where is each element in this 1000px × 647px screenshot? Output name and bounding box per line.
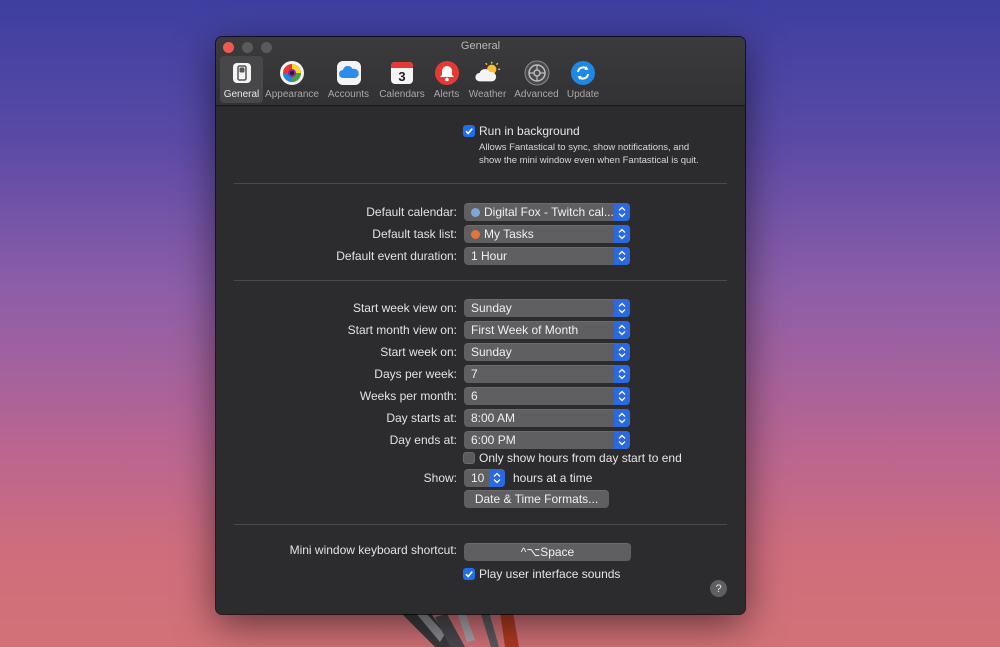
- day-starts-popup[interactable]: 8:00 AM: [464, 409, 630, 427]
- default-task-list-popup[interactable]: My Tasks: [464, 225, 630, 243]
- only-show-hours-label: Only show hours from day start to end: [479, 451, 682, 465]
- date-time-formats-button[interactable]: Date & Time Formats...: [464, 490, 609, 508]
- chevron-updown-icon: [614, 431, 630, 449]
- week-view-popup[interactable]: Sunday: [464, 299, 630, 317]
- calendar-badge: 3: [398, 69, 405, 84]
- divider: [234, 524, 727, 525]
- general-switch-icon: [228, 59, 256, 87]
- default-task-list-label: Default task list:: [372, 227, 457, 241]
- run-background-label: Run in background: [479, 124, 580, 138]
- week-view-label: Start week view on:: [352, 301, 457, 315]
- refresh-icon: [569, 59, 597, 87]
- default-duration-label: Default event duration:: [336, 249, 457, 263]
- weeks-per-month-label: Weeks per month:: [359, 389, 457, 403]
- general-pane: Run in background Allows Fantastical to …: [216, 106, 745, 614]
- shortcut-label: Mini window keyboard shortcut:: [289, 543, 457, 557]
- day-ends-label: Day ends at:: [389, 433, 457, 447]
- chevron-updown-icon: [489, 469, 505, 487]
- preferences-toolbar: General Appearance Accounts 3 Calendars: [220, 56, 603, 103]
- day-ends-popup[interactable]: 6:00 PM: [464, 431, 630, 449]
- days-per-week-popup[interactable]: 7: [464, 365, 630, 383]
- chevron-updown-icon: [614, 343, 630, 361]
- default-calendar-popup[interactable]: Digital Fox - Twitch cal...: [464, 203, 630, 221]
- chevron-updown-icon: [614, 299, 630, 317]
- tab-advanced[interactable]: Advanced: [510, 56, 563, 103]
- checkmark-icon: [465, 571, 473, 578]
- tab-general[interactable]: General: [220, 56, 263, 103]
- divider: [234, 183, 727, 184]
- calendar-icon: 3: [388, 59, 416, 87]
- days-per-week-label: Days per week:: [374, 367, 457, 381]
- only-show-hours-checkbox[interactable]: [463, 452, 475, 464]
- window-title: General: [460, 40, 501, 52]
- play-sounds-label: Play user interface sounds: [479, 567, 621, 581]
- default-calendar-label: Default calendar:: [366, 205, 457, 219]
- chevron-updown-icon: [614, 203, 630, 221]
- checkmark-icon: [465, 128, 473, 135]
- tab-update[interactable]: Update: [563, 56, 603, 103]
- tab-accounts[interactable]: Accounts: [321, 56, 376, 103]
- tab-weather[interactable]: Weather: [465, 56, 510, 103]
- tab-calendars[interactable]: 3 Calendars: [376, 56, 428, 103]
- hours-at-a-time-label: hours at a time: [513, 471, 593, 485]
- month-view-label: Start month view on:: [347, 323, 457, 337]
- chevron-updown-icon: [614, 409, 630, 427]
- tab-alerts[interactable]: Alerts: [428, 56, 465, 103]
- weeks-per-month-popup[interactable]: 6: [464, 387, 630, 405]
- cloud-icon: [335, 59, 363, 87]
- chevron-updown-icon: [614, 321, 630, 339]
- run-background-note: Allows Fantastical to sync, show notific…: [479, 142, 699, 166]
- show-hours-stepper[interactable]: 10: [464, 469, 505, 487]
- gear-icon: [523, 59, 551, 87]
- chevron-updown-icon: [614, 225, 630, 243]
- bell-icon: [433, 59, 461, 87]
- chevron-updown-icon: [614, 247, 630, 265]
- appearance-icon: [278, 59, 306, 87]
- divider: [234, 280, 727, 281]
- weather-icon: [474, 59, 502, 87]
- play-sounds-checkbox[interactable]: [463, 568, 475, 580]
- background-plant: [400, 612, 519, 647]
- month-view-popup[interactable]: First Week of Month: [464, 321, 630, 339]
- chevron-updown-icon: [614, 365, 630, 383]
- day-starts-label: Day starts at:: [386, 411, 457, 425]
- tab-appearance[interactable]: Appearance: [263, 56, 321, 103]
- shortcut-recorder[interactable]: ^⌥Space: [464, 543, 631, 561]
- preferences-window: General General Appearance Accounts 3 Ca…: [216, 37, 745, 614]
- chevron-updown-icon: [614, 387, 630, 405]
- titlebar: General General Appearance Accounts 3 Ca…: [216, 37, 745, 106]
- help-button[interactable]: ?: [710, 580, 727, 597]
- start-week-label: Start week on:: [380, 345, 457, 359]
- show-label: Show:: [423, 471, 457, 485]
- run-background-checkbox[interactable]: [463, 125, 475, 137]
- start-week-popup[interactable]: Sunday: [464, 343, 630, 361]
- default-duration-popup[interactable]: 1 Hour: [464, 247, 630, 265]
